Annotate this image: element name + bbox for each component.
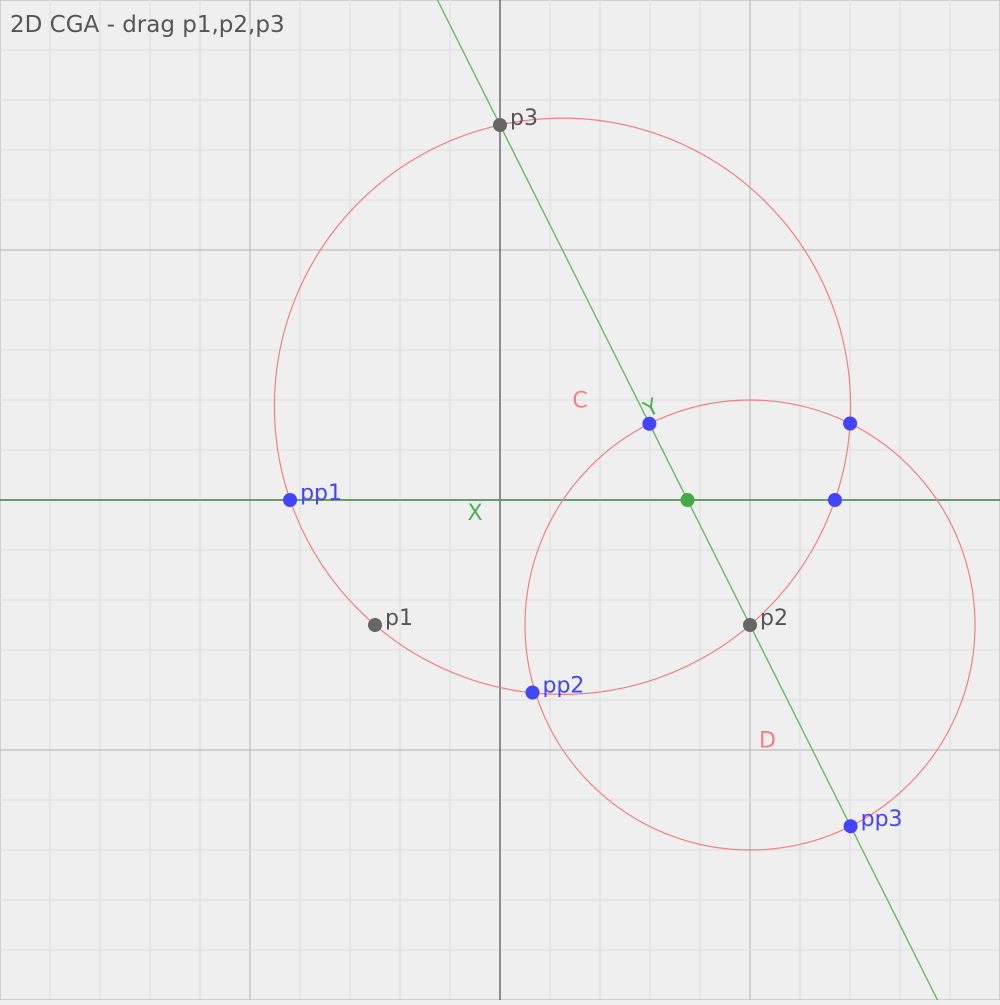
p1-label: p1 [385, 606, 413, 631]
circles-intersection [843, 416, 858, 431]
pp3-point [843, 819, 858, 834]
p2-handle[interactable] [743, 618, 757, 632]
pp3-label: pp3 [861, 807, 903, 832]
line-intersection-point [680, 493, 695, 507]
pp2-point [525, 685, 540, 700]
p1-handle[interactable] [368, 618, 382, 632]
canvas-area[interactable]: X Y C D pp1 pp2 pp3 p1 p2 p3 2D CGA - dr… [0, 0, 1000, 1005]
p3-label: p3 [510, 106, 538, 131]
p3-handle[interactable] [493, 118, 507, 132]
cga-scene[interactable]: X Y C D pp1 pp2 pp3 p1 p2 p3 [0, 0, 1000, 1005]
p2-label: p2 [760, 606, 788, 631]
pp2-label: pp2 [543, 674, 585, 699]
circle-c-line-x-intersection [827, 493, 842, 507]
page-title: 2D CGA - drag p1,p2,p3 [10, 12, 285, 38]
line-x-label: X [467, 501, 482, 526]
circle-c-label: C [572, 389, 587, 414]
circle-d-line-y-intersection [642, 416, 657, 431]
circle-d-label: D [759, 729, 776, 754]
pp1-point [283, 493, 298, 507]
pp1-label: pp1 [300, 481, 342, 506]
